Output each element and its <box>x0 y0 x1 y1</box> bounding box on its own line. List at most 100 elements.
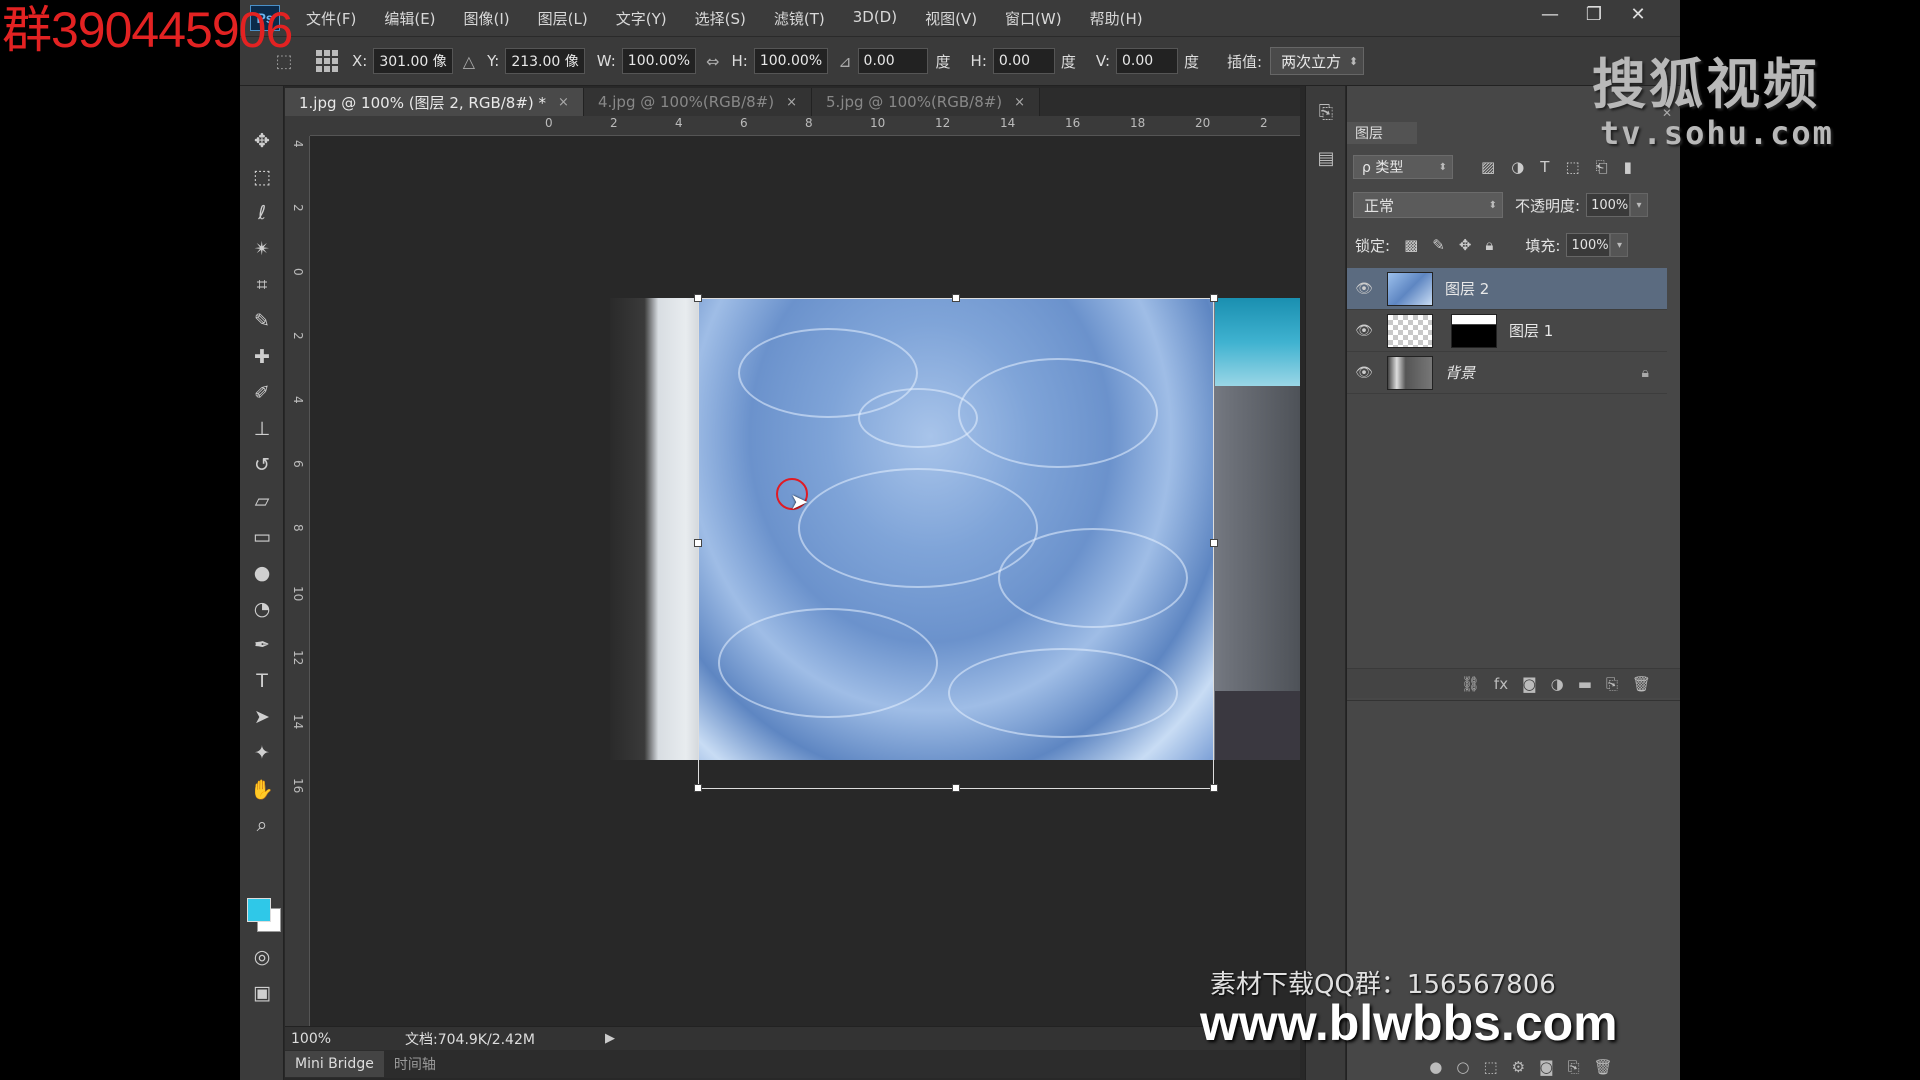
delete-layer-icon[interactable]: 🗑︎ <box>1632 675 1651 693</box>
quick-mask-icon[interactable]: ◎ <box>247 942 277 972</box>
shape-filter-icon[interactable]: ⬚ <box>1565 158 1579 176</box>
brush-tool-icon[interactable]: ✐ <box>247 378 277 408</box>
zoom-level[interactable]: 100% <box>285 1031 345 1047</box>
menu-type[interactable]: 文字(Y) <box>606 8 685 29</box>
path-selection-icon[interactable]: ➤ <box>247 702 277 732</box>
new-layer-icon[interactable]: ⎘ <box>1606 675 1618 693</box>
minimize-button[interactable]: — <box>1528 0 1572 28</box>
magic-wand-icon[interactable]: ✴ <box>247 234 277 264</box>
zoom-tool-icon[interactable]: ⌕ <box>247 810 277 840</box>
menu-filter[interactable]: 滤镜(T) <box>764 8 843 29</box>
history-panel-icon[interactable]: ⎘ <box>1314 100 1338 124</box>
ring-icon[interactable]: ○ <box>1456 1058 1469 1076</box>
link-icon[interactable]: ⇔ <box>706 52 719 71</box>
transform-handle[interactable] <box>952 784 960 792</box>
transform-handle[interactable] <box>694 784 702 792</box>
shape-tool-icon[interactable]: ✦ <box>247 738 277 768</box>
new-item-icon[interactable]: ⎘ <box>1568 1058 1580 1076</box>
tab-5jpg[interactable]: 5.jpg @ 100%(RGB/8#) × <box>812 88 1041 116</box>
type-filter-icon[interactable]: T <box>1540 158 1549 176</box>
x-position-field[interactable]: 301.00 像 <box>373 48 453 74</box>
delta-icon[interactable]: △ <box>463 52 475 71</box>
close-tab-icon[interactable]: × <box>786 95 797 110</box>
layer-row-layer2[interactable]: 👁︎ 图层 2 <box>1347 268 1667 310</box>
transform-handle[interactable] <box>1210 294 1218 302</box>
interpolation-select[interactable]: 两次立方 <box>1270 47 1365 75</box>
lock-transparency-icon[interactable]: ▩ <box>1404 236 1418 254</box>
layer-row-layer1[interactable]: 👁︎ 图层 1 <box>1347 310 1667 352</box>
horizontal-ruler[interactable]: 0 2 4 6 8 10 12 14 16 18 20 2 <box>310 116 1300 136</box>
lock-position-icon[interactable]: ✥ <box>1459 236 1472 254</box>
transform-handle[interactable] <box>694 294 702 302</box>
healing-brush-icon[interactable]: ✚ <box>247 342 277 372</box>
add-mask-icon[interactable]: ◙ <box>1522 675 1537 693</box>
clone-stamp-icon[interactable]: ⊥ <box>247 414 277 444</box>
adjustment-filter-icon[interactable]: ◑ <box>1511 158 1524 176</box>
pixel-filter-icon[interactable]: ▨ <box>1481 158 1495 176</box>
transform-handle[interactable] <box>952 294 960 302</box>
circle-icon[interactable]: ● <box>1429 1058 1442 1076</box>
marquee-tool-icon[interactable]: ⬚ <box>247 162 277 192</box>
lasso-tool-icon[interactable]: ℓ <box>247 198 277 228</box>
adjustment-layer-icon[interactable]: ◑ <box>1551 675 1564 693</box>
tab-1jpg[interactable]: 1.jpg @ 100% (图层 2, RGB/8#) * × <box>285 88 584 116</box>
h-skew-field[interactable]: 0.00 <box>992 48 1055 74</box>
restore-button[interactable]: ❐ <box>1572 0 1616 28</box>
dotted-selection-icon[interactable]: ⬚ <box>1483 1058 1497 1076</box>
tab-mini-bridge[interactable]: Mini Bridge <box>285 1051 384 1077</box>
canvas-area[interactable]: ➤ <box>310 136 1300 1026</box>
close-tab-icon[interactable]: × <box>1014 95 1025 110</box>
menu-layer[interactable]: 图层(L) <box>528 8 606 29</box>
transform-handle[interactable] <box>1210 539 1218 547</box>
lock-pixels-icon[interactable]: ✎ <box>1432 236 1445 254</box>
layer-filter-select[interactable]: ρ 类型 <box>1353 155 1453 179</box>
menu-3d[interactable]: 3D(D) <box>843 8 915 29</box>
type-tool-icon[interactable]: T <box>247 666 277 696</box>
angle-field[interactable]: 0.00 <box>857 48 928 74</box>
fill-field[interactable]: 100% <box>1566 233 1611 257</box>
new-group-icon[interactable]: ▬ <box>1578 675 1592 693</box>
menu-window[interactable]: 窗口(W) <box>995 8 1080 29</box>
eyedropper-icon[interactable]: ✎ <box>247 306 277 336</box>
transform-handle[interactable] <box>694 539 702 547</box>
status-menu-arrow-icon[interactable]: ▶ <box>605 1031 615 1046</box>
v-skew-field[interactable]: 0.00 <box>1116 48 1178 74</box>
foreground-color-swatch[interactable] <box>247 898 271 922</box>
filter-toggle-icon[interactable]: ▮ <box>1624 158 1632 176</box>
y-position-field[interactable]: 213.00 像 <box>505 48 585 74</box>
properties-panel-icon[interactable]: ▤ <box>1314 146 1338 170</box>
menu-image[interactable]: 图像(I) <box>454 8 528 29</box>
blend-mode-select[interactable]: 正常 <box>1353 192 1503 218</box>
transform-handle[interactable] <box>1210 784 1218 792</box>
free-transform-bounding-box[interactable] <box>694 294 1218 792</box>
layer-mask-thumbnail[interactable] <box>1451 313 1497 348</box>
menu-view[interactable]: 视图(V) <box>915 8 995 29</box>
hand-tool-icon[interactable]: ✋ <box>247 774 277 804</box>
layer-style-icon[interactable]: fx <box>1494 675 1508 693</box>
eraser-icon[interactable]: ▱ <box>247 486 277 516</box>
blur-tool-icon[interactable]: ● <box>247 558 277 588</box>
opacity-dropdown-icon[interactable]: ▾ <box>1630 193 1649 217</box>
tab-4jpg[interactable]: 4.jpg @ 100%(RGB/8#) × <box>583 88 813 116</box>
menu-file[interactable]: 文件(F) <box>296 8 374 29</box>
gradient-tool-icon[interactable]: ▭ <box>247 522 277 552</box>
layers-panel-tab[interactable]: 图层 <box>1347 122 1417 144</box>
opacity-field[interactable]: 100% <box>1586 193 1631 217</box>
reference-point-grid[interactable] <box>314 48 340 74</box>
vertical-ruler[interactable]: 4 2 0 2 4 6 8 10 12 14 16 <box>285 136 310 1026</box>
history-brush-icon[interactable]: ↺ <box>247 450 277 480</box>
crop-tool-icon[interactable]: ⌗ <box>247 270 277 300</box>
dodge-tool-icon[interactable]: ◔ <box>247 594 277 624</box>
visibility-eye-icon[interactable]: 👁︎ <box>1347 365 1381 381</box>
gear-icon[interactable]: ⚙ <box>1512 1058 1525 1076</box>
close-tab-icon[interactable]: × <box>558 95 569 110</box>
move-tool-icon[interactable]: ✥ <box>247 126 277 156</box>
smart-object-filter-icon[interactable]: ⎗ <box>1596 158 1608 176</box>
menu-help[interactable]: 帮助(H) <box>1080 8 1161 29</box>
close-button[interactable]: ✕ <box>1616 0 1660 28</box>
fill-dropdown-icon[interactable]: ▾ <box>1610 233 1629 257</box>
height-field[interactable]: 100.00% <box>753 48 829 74</box>
menu-select[interactable]: 选择(S) <box>685 8 764 29</box>
document-size-info[interactable]: 文档:704.9K/2.42M <box>405 1029 605 1049</box>
screen-mode-icon[interactable]: ▣ <box>247 978 277 1008</box>
